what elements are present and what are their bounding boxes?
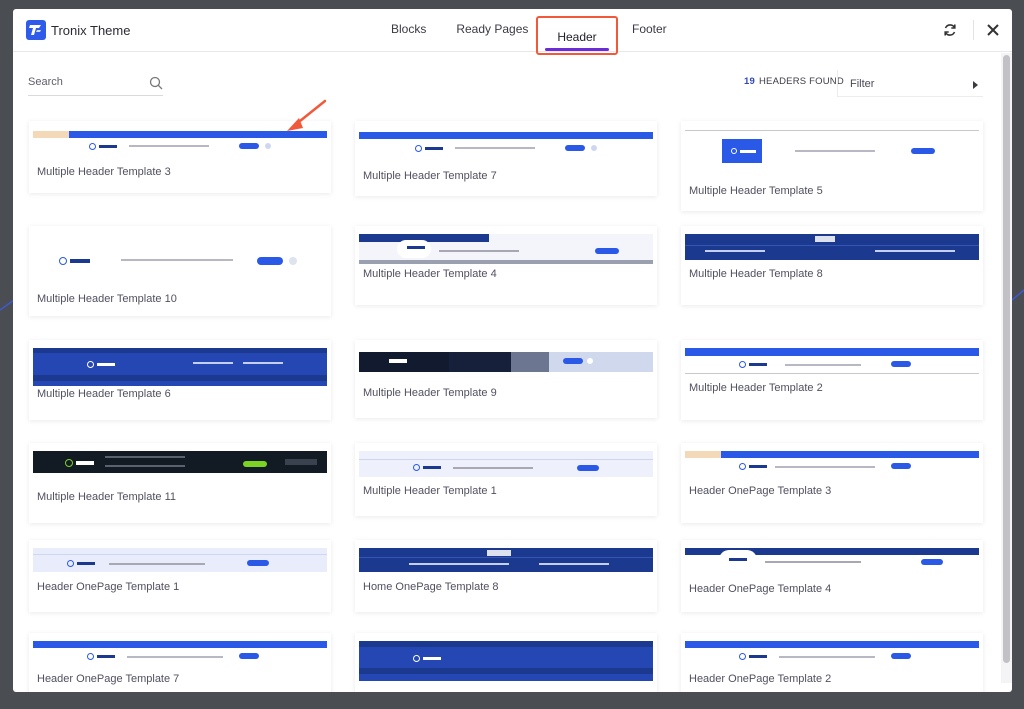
template-thumbnail (685, 641, 979, 665)
tab-blocks[interactable]: Blocks (381, 9, 436, 52)
template-card[interactable]: Multiple Header Template 6 (29, 340, 331, 420)
template-title: Multiple Header Template 4 (363, 268, 497, 280)
template-thumbnail (685, 451, 979, 477)
tab-footer[interactable]: Footer (622, 9, 677, 52)
template-thumbnail (685, 348, 979, 376)
template-title: Multiple Header Template 11 (37, 491, 177, 503)
filter-label: Filter (850, 78, 875, 90)
brand: Tronix Theme (26, 20, 130, 40)
template-card[interactable]: Home OnePage Template 8 (355, 540, 657, 612)
template-thumbnail (685, 234, 979, 260)
tab-ready-pages[interactable]: Ready Pages (446, 9, 538, 52)
close-icon[interactable] (985, 22, 1001, 38)
template-card[interactable]: Multiple Header Template 4 (355, 226, 657, 305)
template-card[interactable]: Header OnePage Template 2 (681, 633, 983, 692)
template-thumbnail (359, 234, 653, 264)
template-thumbnail (33, 548, 327, 572)
template-title: Multiple Header Template 3 (37, 166, 171, 178)
template-card[interactable]: Multiple Header Template 11 (29, 443, 331, 523)
template-card[interactable]: Multiple Header Template 8 (681, 226, 983, 305)
template-thumbnail (359, 548, 653, 572)
template-card[interactable]: Header OnePage Template 4 (681, 540, 983, 612)
template-title: Multiple Header Template 6 (37, 388, 171, 400)
template-title: Multiple Header Template 2 (689, 382, 823, 394)
logo-icon (26, 20, 46, 40)
template-library-modal: Tronix Theme Blocks Ready Pages Header F… (13, 9, 1012, 692)
results-label: HEADERS FOUND (758, 76, 844, 87)
template-title: Multiple Header Template 10 (37, 293, 177, 305)
template-title: Multiple Header Template 5 (689, 185, 823, 197)
template-thumbnail (359, 451, 653, 477)
template-card[interactable]: Multiple Header Template 10 (29, 226, 331, 316)
template-thumbnail (685, 548, 979, 574)
template-title: Header OnePage Template 1 (37, 581, 180, 593)
tab-header-label: Header (557, 30, 597, 44)
template-thumbnail (33, 129, 327, 165)
template-thumbnail (33, 348, 327, 386)
refresh-icon[interactable] (942, 22, 958, 38)
search-input[interactable] (28, 72, 138, 92)
template-thumbnail (33, 451, 327, 473)
search-icon[interactable] (149, 76, 163, 90)
scrollbar[interactable] (1001, 53, 1012, 683)
tab-header[interactable]: Header (536, 16, 618, 55)
template-card[interactable]: Multiple Header Template 3 (29, 121, 331, 193)
template-title: Multiple Header Template 9 (363, 387, 497, 399)
template-title: Header OnePage Template 2 (689, 673, 832, 685)
template-card[interactable]: Header OnePage Template 3 (681, 443, 983, 523)
modal-header: Tronix Theme Blocks Ready Pages Header F… (13, 9, 1012, 55)
template-card[interactable]: Multiple Header Template 1 (355, 443, 657, 516)
template-title: Multiple Header Template 7 (363, 170, 497, 182)
search-box (28, 72, 163, 96)
template-card[interactable]: Multiple Header Template 7 (355, 121, 657, 196)
template-title: Multiple Header Template 1 (363, 485, 497, 497)
template-card[interactable]: Multiple Header Template 5 (681, 121, 983, 211)
template-title: Header OnePage Template 4 (689, 583, 832, 595)
template-title: Header OnePage Template 7 (37, 673, 180, 685)
template-title: Home OnePage Template 8 (363, 581, 499, 593)
template-thumbnail (359, 352, 653, 372)
template-title: Header OnePage Template 3 (689, 485, 832, 497)
template-card[interactable] (355, 633, 657, 692)
results-count: 19 HEADERS FOUND (744, 76, 844, 87)
template-thumbnail (33, 641, 327, 665)
template-title: Multiple Header Template 8 (689, 268, 823, 280)
template-thumbnail (685, 129, 979, 171)
header-divider (973, 20, 974, 40)
brand-name: Tronix Theme (51, 22, 131, 38)
template-card[interactable]: Multiple Header Template 2 (681, 340, 983, 420)
template-card[interactable]: Multiple Header Template 9 (355, 340, 657, 418)
filter-dropdown[interactable]: Filter (837, 70, 983, 97)
template-thumbnail (33, 251, 327, 287)
template-card[interactable]: Header OnePage Template 1 (29, 540, 331, 612)
active-tab-indicator (545, 48, 609, 51)
template-card[interactable]: Header OnePage Template 7 (29, 633, 331, 692)
scrollbar-thumb[interactable] (1003, 55, 1010, 663)
results-number: 19 (744, 76, 755, 87)
template-thumbnail (359, 129, 653, 165)
template-thumbnail (359, 641, 653, 681)
tab-bar: Blocks Ready Pages (381, 9, 538, 52)
template-grid: Multiple Header Template 3 Multiple Head… (13, 109, 1003, 692)
caret-right-icon (973, 81, 978, 89)
